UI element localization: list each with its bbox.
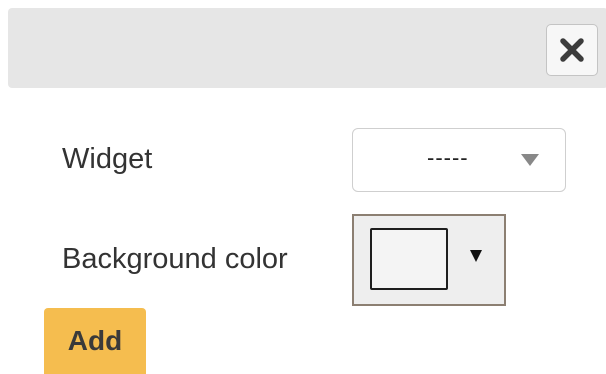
background-color-picker[interactable] — [352, 214, 506, 306]
widget-select-value: ----- — [427, 145, 469, 170]
chevron-down-icon — [521, 154, 539, 166]
close-button[interactable] — [546, 24, 598, 76]
add-button[interactable]: Add — [44, 308, 146, 374]
widget-label: Widget — [62, 143, 153, 175]
background-color-label: Background color — [62, 243, 288, 275]
color-swatch — [370, 228, 448, 290]
widget-select[interactable]: ----- — [352, 128, 566, 192]
dropdown-triangle-icon — [470, 250, 482, 262]
close-icon — [560, 38, 584, 62]
widget-config-panel: Widget ----- Background color Add — [0, 0, 606, 374]
panel-header — [8, 8, 606, 88]
